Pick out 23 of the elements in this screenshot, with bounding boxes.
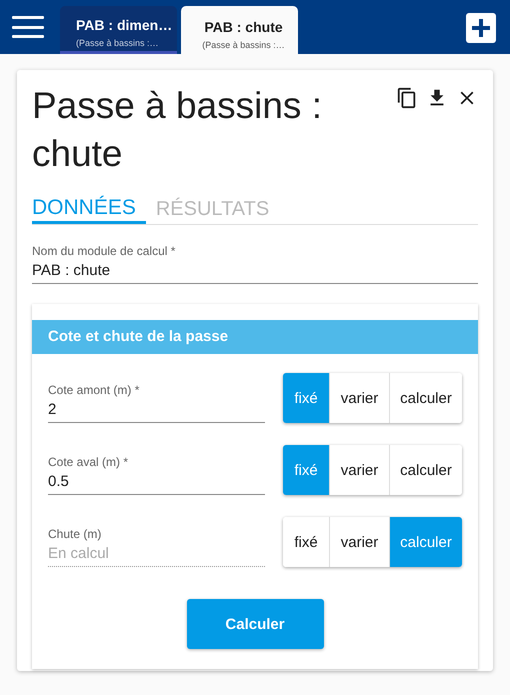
field-label: Cote amont (m) * [48, 383, 140, 397]
field-label: Nom du module de calcul * [32, 244, 176, 258]
placeholder-text: En calcul [48, 545, 110, 562]
mode-toggle[interactable]: calculer [389, 445, 462, 495]
add-button[interactable] [466, 13, 496, 43]
mode-toggle[interactable]: calculer [389, 373, 462, 423]
field-label: Cote aval (m) * [48, 455, 130, 469]
field-value: PAB : chute [32, 262, 112, 279]
field-value: 2 [48, 401, 58, 418]
mode-toggle[interactable]: varier [329, 373, 389, 423]
document-tab[interactable]: PAB : dimen… (Passe à bassins :… [60, 6, 177, 54]
copy-icon[interactable] [396, 87, 418, 109]
input-field[interactable]: Cote aval (m) * 0.5 [48, 445, 265, 495]
section-header: Cote et chute de la passe [32, 320, 478, 354]
menu-icon[interactable] [12, 16, 44, 38]
document-tab[interactable]: PAB : chute (Passe à bassins :… [181, 6, 298, 54]
name-field[interactable]: Nom du module de calcul * PAB : chute [32, 244, 478, 284]
field-value: 0.5 [48, 473, 70, 490]
module-title: Passe à bassins : chute [32, 84, 323, 176]
input-field[interactable]: Cote amont (m) * 2 [48, 373, 265, 423]
plus-icon [471, 18, 491, 38]
mode-toggle[interactable]: varier [329, 445, 389, 495]
field-label: Chute (m) [48, 527, 102, 541]
